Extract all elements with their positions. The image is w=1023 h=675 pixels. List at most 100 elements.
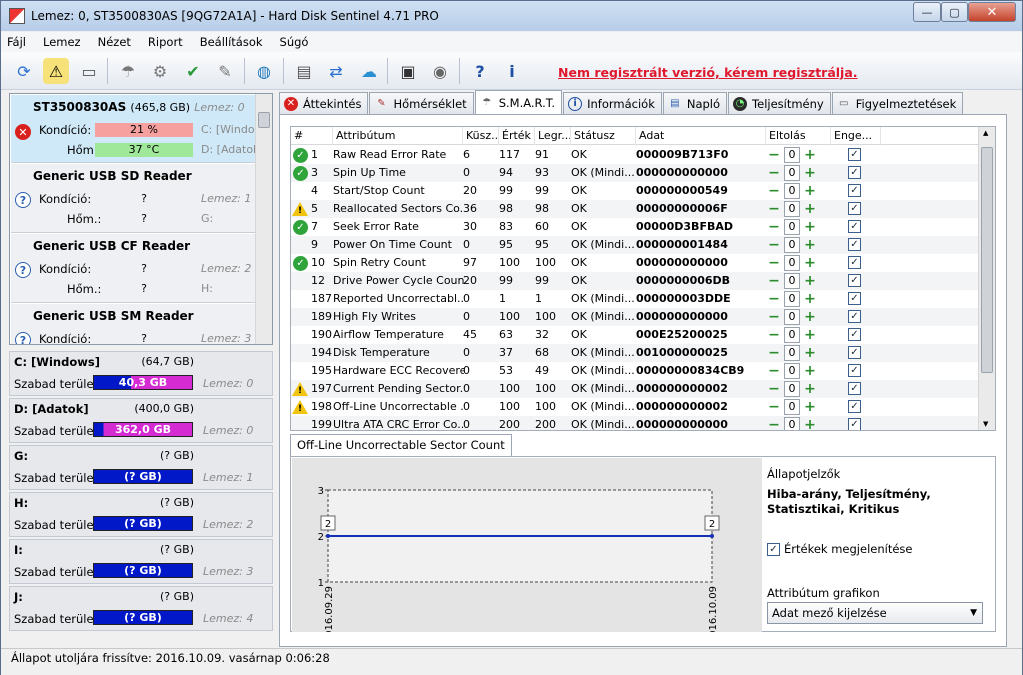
partition-item[interactable]: H: (? GB) Szabad terület (? GB) Lemez: 2 [9,492,273,537]
disk-tool-3-icon[interactable]: ✔ [180,58,206,84]
scroll-thumb[interactable] [981,147,993,373]
plus-icon[interactable]: + [802,183,818,199]
tab-thermometer[interactable]: ✎ Hőmérséklet [369,92,474,114]
enabled-checkbox[interactable]: ✓ [848,364,861,377]
col-offset[interactable]: Eltolás [766,127,831,145]
menu-report[interactable]: Riport [148,35,183,49]
sync-icon[interactable]: ⇄ [323,58,349,84]
plus-icon[interactable]: + [802,165,818,181]
minus-icon[interactable]: − [766,219,782,235]
offset-value[interactable]: 0 [784,273,800,289]
disk-card[interactable]: Generic USB SD Reader ? Kondíció: ? Leme… [11,164,255,233]
minimize-button[interactable]: — [913,2,941,22]
tab-performance[interactable]: ◔ Teljesítmény [728,92,831,114]
table-row[interactable]: ✓ 10 Spin Retry Count 97 100 100 OK 0000… [291,254,981,272]
enabled-checkbox[interactable]: ✓ [848,346,861,359]
enabled-checkbox[interactable]: ✓ [848,238,861,251]
disk-tool-2-icon[interactable]: ⚙ [147,58,173,84]
tab-error[interactable]: ✕ Áttekintés [279,92,369,114]
chart-tab[interactable]: Off-Line Uncorrectable Sector Count [290,434,512,456]
offset-value[interactable]: 0 [784,255,800,271]
enabled-checkbox[interactable]: ✓ [848,400,861,413]
table-row[interactable]: 187 Reported Uncorrectabl... 0 1 1 OK (M… [291,290,981,308]
plus-icon[interactable]: + [802,255,818,271]
offset-value[interactable]: 0 [784,291,800,307]
scroll-down-icon[interactable]: ▼ [983,420,988,428]
minus-icon[interactable]: − [766,345,782,361]
minus-icon[interactable]: − [766,399,782,415]
disk-icon[interactable]: ▭ [76,58,102,84]
col-data[interactable]: Adat [636,127,766,145]
offset-value[interactable]: 0 [784,381,800,397]
minus-icon[interactable]: − [766,165,782,181]
plus-icon[interactable]: + [802,147,818,163]
attr-graph-select[interactable]: Adat mező kijelzése ▼ [767,602,983,624]
globe-icon[interactable]: ◍ [251,58,277,84]
plus-icon[interactable]: + [802,219,818,235]
offset-value[interactable]: 0 [784,417,800,430]
menu-view[interactable]: Nézet [98,35,131,49]
minus-icon[interactable]: − [766,417,782,430]
enabled-checkbox[interactable]: ✓ [848,256,861,269]
table-row[interactable]: 9 Power On Time Count 0 95 95 OK (Mindi.… [291,236,981,254]
minus-icon[interactable]: − [766,183,782,199]
offset-value[interactable]: 0 [784,201,800,217]
enabled-checkbox[interactable]: ✓ [848,202,861,215]
report-icon[interactable]: ▤ [291,58,317,84]
tab-log[interactable]: ▤ Napló [662,92,728,114]
plus-icon[interactable]: + [802,345,818,361]
enabled-checkbox[interactable]: ✓ [848,418,861,430]
minus-icon[interactable]: − [766,237,782,253]
table-row[interactable]: ✓ 7 Seek Error Rate 30 83 60 OK 00000D3B… [291,218,981,236]
speaker-icon[interactable]: ◉ [427,58,453,84]
maximize-button[interactable]: ▢ [941,2,968,22]
table-row[interactable]: ! 197 Current Pending Sector... 0 100 10… [291,380,981,398]
smart-scrollbar[interactable]: ▲ ▼ [978,127,995,430]
disk-tool-1-icon[interactable]: ☂ [115,58,141,84]
plus-icon[interactable]: + [802,363,818,379]
offset-value[interactable]: 0 [784,237,800,253]
show-values-checkbox[interactable]: ✓ [767,542,780,556]
disk-card[interactable]: Generic USB SM Reader ? Kondíció: ? Leme… [11,304,255,344]
col-value[interactable]: Érték [499,127,535,145]
table-row[interactable]: ! 5 Reallocated Sectors Co... 36 98 98 O… [291,200,981,218]
col-worst[interactable]: Legr... [535,127,571,145]
enabled-checkbox[interactable]: ✓ [848,148,861,161]
table-row[interactable]: 199 Ultra ATA CRC Error Co... 0 200 200 … [291,416,981,430]
plus-icon[interactable]: + [802,417,818,430]
minus-icon[interactable]: − [766,273,782,289]
offset-value[interactable]: 0 [784,363,800,379]
table-row[interactable]: 189 High Fly Writes 0 100 100 OK (Mindi.… [291,308,981,326]
menu-disk[interactable]: Lemez [43,35,81,49]
plus-icon[interactable]: + [802,237,818,253]
minus-icon[interactable]: − [766,363,782,379]
minus-icon[interactable]: − [766,309,782,325]
show-values-option[interactable]: ✓ Értékek megjelenítése [767,542,912,556]
minus-icon[interactable]: − [766,255,782,271]
refresh-icon[interactable]: ⟳ [11,58,37,84]
offset-value[interactable]: 0 [784,147,800,163]
plus-icon[interactable]: + [802,201,818,217]
disk-tool-4-icon[interactable]: ✎ [212,58,238,84]
offset-value[interactable]: 0 [784,399,800,415]
close-button[interactable]: ✕ [968,2,1016,22]
enabled-checkbox[interactable]: ✓ [848,220,861,233]
table-row[interactable]: 195 Hardware ECC Recovered 0 53 49 OK (M… [291,362,981,380]
col-threshold[interactable]: Küsz... [463,127,499,145]
partition-item[interactable]: G: (? GB) Szabad terület (? GB) Lemez: 1 [9,445,273,490]
disk-card[interactable]: Generic USB CF Reader ? Kondíció: ? Leme… [11,234,255,303]
plus-icon[interactable]: + [802,399,818,415]
table-row[interactable]: ✓ 3 Spin Up Time 0 94 93 OK (Mindi... 00… [291,164,981,182]
col-num[interactable]: # [291,127,333,145]
minus-icon[interactable]: − [766,201,782,217]
menu-help[interactable]: Súgó [280,35,309,49]
plus-icon[interactable]: + [802,291,818,307]
disk-card[interactable]: ST3500830AS (465,8 GB) Lemez: 0 ✕ Kondíc… [11,95,255,163]
partition-item[interactable]: D: [Adatok] (400,0 GB) Szabad terület 36… [9,398,273,443]
partition-item[interactable]: J: (? GB) Szabad terület (? GB) Lemez: 4 [9,586,273,631]
minus-icon[interactable]: − [766,291,782,307]
offset-value[interactable]: 0 [784,309,800,325]
table-row[interactable]: ! 198 Off-Line Uncorrectable ... 0 100 1… [291,398,981,416]
partition-item[interactable]: C: [Windows] (64,7 GB) Szabad terület 40… [9,351,273,396]
enabled-checkbox[interactable]: ✓ [848,292,861,305]
